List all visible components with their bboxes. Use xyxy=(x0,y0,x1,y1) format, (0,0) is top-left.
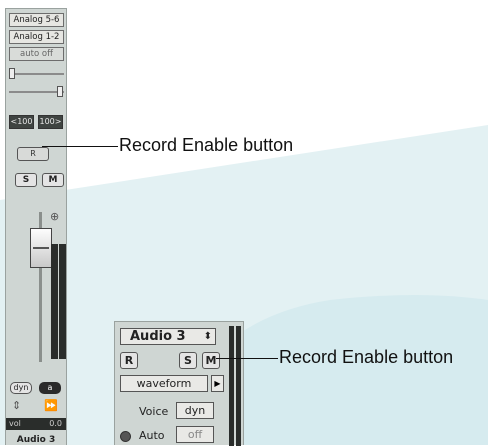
channel-strip: Analog 5-6 Analog 1-2 auto off <100 100>… xyxy=(5,8,67,445)
up-down-arrow-icon[interactable]: ⇕ xyxy=(12,399,21,412)
record-enable-button[interactable]: R xyxy=(17,147,49,161)
pan-knob[interactable] xyxy=(57,86,63,97)
track-name-label: Audio 3 xyxy=(130,329,186,344)
mute-button[interactable]: M xyxy=(42,173,64,187)
volume-value: 0.0 xyxy=(49,419,62,428)
voice-selector[interactable]: dyn xyxy=(176,402,214,419)
auto-mode-selector[interactable]: off xyxy=(176,426,214,443)
chevron-right-icon[interactable]: ▶ xyxy=(211,375,224,392)
pan-slider-right[interactable] xyxy=(9,86,64,98)
pan-slider-left[interactable] xyxy=(9,68,64,80)
callout-leader-line xyxy=(216,358,278,359)
track-view-selector[interactable]: waveform xyxy=(120,375,208,392)
mute-button[interactable]: M xyxy=(202,352,220,369)
voice-label: Voice xyxy=(139,405,169,418)
pan-right-value[interactable]: 100> xyxy=(38,115,63,129)
insert-slot-2[interactable]: Analog 1-2 xyxy=(9,30,64,44)
dyn-button[interactable]: dyn xyxy=(10,382,32,394)
record-enable-callout: Record Enable button xyxy=(119,135,294,155)
volume-fader[interactable] xyxy=(30,228,52,268)
pan-track xyxy=(9,91,64,93)
volume-label: vol xyxy=(9,419,21,428)
volume-readout: vol 0.0 xyxy=(6,418,66,430)
level-meter-right xyxy=(236,326,241,446)
pan-knob[interactable] xyxy=(9,68,15,79)
auto-badge[interactable]: a xyxy=(39,382,61,394)
track-name-selector[interactable]: Audio 3 ⬍ xyxy=(120,328,216,345)
solo-button[interactable]: S xyxy=(179,352,197,369)
insert-slot-1[interactable]: Analog 5-6 xyxy=(9,13,64,27)
record-enable-callout: Record Enable button xyxy=(279,347,454,367)
track-name-label[interactable]: Audio 3 xyxy=(6,434,66,446)
automation-mode[interactable]: auto off xyxy=(9,47,64,61)
pan-left-value[interactable]: <100 xyxy=(9,115,34,129)
record-enable-button[interactable]: R xyxy=(120,352,138,369)
level-meter-left xyxy=(229,326,234,446)
automation-status-icon xyxy=(120,431,131,442)
solo-button[interactable]: S xyxy=(15,173,37,187)
phase-icon: ⊕ xyxy=(50,210,60,223)
callout-leader-line xyxy=(42,146,118,147)
auto-label: Auto xyxy=(139,429,165,442)
fast-forward-icon[interactable]: ⏩ xyxy=(44,399,58,412)
level-meter-left xyxy=(51,244,58,359)
pan-track xyxy=(9,73,64,75)
mixer-strip-detail: Audio 3 ⬍ R S M waveform ▶ Voice dyn Aut… xyxy=(114,321,244,446)
background-decoration xyxy=(0,125,488,445)
chevron-updown-icon: ⬍ xyxy=(203,331,212,342)
level-meter-right xyxy=(59,244,66,359)
